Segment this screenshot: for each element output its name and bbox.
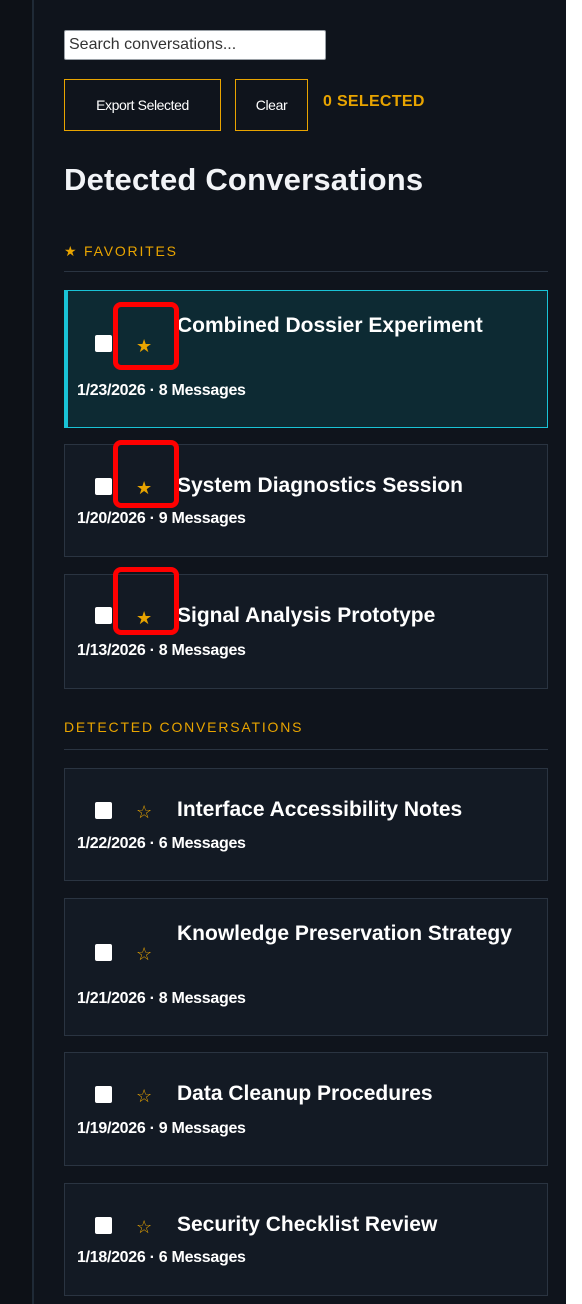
search-input[interactable] bbox=[64, 30, 326, 60]
favorites-section-label: ★ FAVORITES bbox=[64, 243, 178, 259]
conversation-card[interactable]: ☆ Interface Accessibility Notes 1/22/202… bbox=[64, 768, 548, 881]
conversation-title: Signal Analysis Prototype bbox=[177, 604, 436, 627]
clear-button[interactable]: Clear bbox=[235, 79, 308, 131]
favorite-star-icon[interactable]: ★ bbox=[136, 479, 152, 497]
conversation-title: Knowledge Preservation Strategy bbox=[177, 922, 512, 945]
conversation-title: System Diagnostics Session bbox=[177, 474, 463, 497]
page-title: Detected Conversations bbox=[64, 162, 424, 197]
conversation-title: Security Checklist Review bbox=[177, 1213, 438, 1236]
select-checkbox[interactable] bbox=[95, 802, 112, 819]
conversation-meta: 1/20/2026 · 9 Messages bbox=[77, 510, 246, 527]
conversation-card[interactable]: ☆ Data Cleanup Procedures 1/19/2026 · 9 … bbox=[64, 1052, 548, 1166]
favorite-star-icon[interactable]: ☆ bbox=[136, 1218, 152, 1236]
conversation-title: Interface Accessibility Notes bbox=[177, 798, 463, 821]
conversation-meta: 1/13/2026 · 8 Messages bbox=[77, 642, 246, 659]
conversation-meta: 1/23/2026 · 8 Messages bbox=[77, 382, 246, 399]
favorite-star-icon[interactable]: ★ bbox=[136, 609, 152, 627]
favorite-star-icon[interactable]: ☆ bbox=[136, 1087, 152, 1105]
conversation-card[interactable]: ★ Signal Analysis Prototype 1/13/2026 · … bbox=[64, 574, 548, 689]
conversation-meta: 1/19/2026 · 9 Messages bbox=[77, 1120, 246, 1137]
select-checkbox[interactable] bbox=[95, 607, 112, 624]
section-divider bbox=[64, 271, 548, 272]
select-checkbox[interactable] bbox=[95, 478, 112, 495]
select-checkbox[interactable] bbox=[95, 335, 112, 352]
select-checkbox[interactable] bbox=[95, 1217, 112, 1234]
conversation-card[interactable]: ☆ Security Checklist Review 1/18/2026 · … bbox=[64, 1183, 548, 1296]
left-gutter bbox=[0, 0, 32, 1304]
select-checkbox[interactable] bbox=[95, 944, 112, 961]
detected-section-label: DETECTED CONVERSATIONS bbox=[64, 719, 304, 735]
select-checkbox[interactable] bbox=[95, 1086, 112, 1103]
favorite-star-icon[interactable]: ☆ bbox=[136, 803, 152, 821]
right-margin bbox=[566, 0, 582, 1304]
selected-count: 0 SELECTED bbox=[323, 93, 425, 110]
conversation-title: Data Cleanup Procedures bbox=[177, 1082, 433, 1105]
conversation-card[interactable]: ★ System Diagnostics Session 1/20/2026 ·… bbox=[64, 444, 548, 557]
favorite-star-icon[interactable]: ☆ bbox=[136, 945, 152, 963]
conversation-title: Combined Dossier Experiment bbox=[177, 314, 483, 337]
conversation-card[interactable]: ☆ Knowledge Preservation Strategy 1/21/2… bbox=[64, 898, 548, 1036]
conversation-card[interactable]: ★ Combined Dossier Experiment 1/23/2026 … bbox=[64, 290, 548, 428]
section-divider bbox=[64, 749, 548, 750]
conversation-meta: 1/21/2026 · 8 Messages bbox=[77, 990, 246, 1007]
conversation-meta: 1/18/2026 · 6 Messages bbox=[77, 1249, 246, 1266]
conversation-meta: 1/22/2026 · 6 Messages bbox=[77, 835, 246, 852]
export-selected-button[interactable]: Export Selected bbox=[64, 79, 221, 131]
favorite-star-icon[interactable]: ★ bbox=[136, 337, 152, 355]
